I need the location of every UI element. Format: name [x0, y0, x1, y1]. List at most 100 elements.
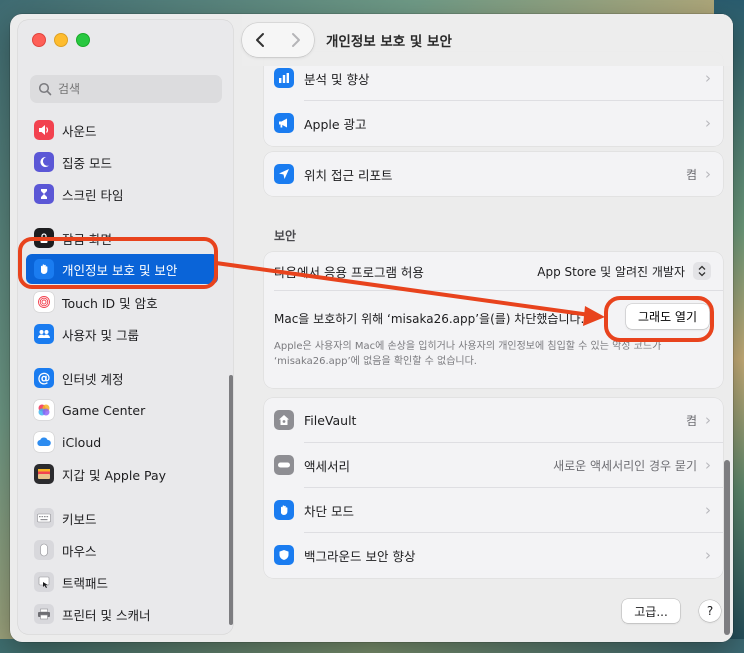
- game-center-icon: [34, 400, 54, 420]
- sidebar-item-touch-id[interactable]: Touch ID 및 암호: [26, 288, 218, 316]
- accessory-icon: [274, 455, 294, 475]
- row-allow-apps: 다음에서 응용 프로그램 허용 App Store 및 알려진 개발자: [264, 252, 723, 290]
- sidebar-item-lock-screen[interactable]: 잠금 화면: [26, 224, 218, 252]
- row-label: 차단 모드: [304, 503, 354, 519]
- chevron-right-icon: ›: [705, 546, 711, 564]
- row-label: 위치 접근 리포트: [304, 167, 393, 183]
- row-filevault[interactable]: FileVault 켬 ›: [264, 398, 723, 442]
- search-field[interactable]: [30, 75, 222, 103]
- row-value: 새로운 액세서리인 경우 묻기: [553, 458, 697, 473]
- search-icon: [38, 82, 52, 96]
- row-accessories[interactable]: 액세서리 새로운 액세서리인 경우 묻기 ›: [264, 443, 723, 487]
- sidebar-item-label: 인터넷 계정: [62, 371, 124, 387]
- chevron-left-icon: [256, 33, 264, 47]
- blocked-note: Apple은 사용자의 Mac에 손상을 입히거나 사용자의 개인정보에 침입할…: [274, 340, 704, 369]
- sidebar-item-label: 트랙패드: [62, 575, 109, 591]
- row-value: 켬: [685, 167, 697, 182]
- moon-icon: [34, 152, 54, 172]
- chevron-right-icon: ›: [705, 165, 711, 183]
- window-controls: [32, 33, 90, 47]
- security-card: 다음에서 응용 프로그램 허용 App Store 및 알려진 개발자 Mac을…: [264, 252, 723, 388]
- sidebar-item-label: 사용자 및 그룹: [62, 327, 139, 343]
- sidebar-item-wallet[interactable]: 지갑 및 Apple Pay: [26, 460, 218, 488]
- sidebar-item-label: 프린터 및 스캐너: [62, 607, 151, 623]
- allow-apps-select[interactable]: App Store 및 알려진 개발자: [537, 262, 711, 280]
- users-icon: [34, 324, 54, 344]
- close-window-button[interactable]: [32, 33, 46, 47]
- sidebar-item-game-center[interactable]: Game Center: [26, 396, 218, 424]
- forward-button[interactable]: [286, 30, 306, 50]
- back-button[interactable]: [250, 30, 270, 50]
- up-down-chevron-icon: [693, 262, 711, 280]
- sidebar-item-printers[interactable]: 프린터 및 스캐너: [26, 600, 218, 628]
- sidebar-item-label: 스크린 타임: [62, 187, 124, 203]
- mouse-icon: [34, 540, 54, 560]
- sidebar-item-focus[interactable]: 집중 모드: [26, 148, 218, 176]
- blocked-app-panel: Mac을 보호하기 위해 ‘misaka26.app’을(를) 차단했습니다. …: [264, 290, 723, 388]
- row-lockdown-mode[interactable]: 차단 모드 ›: [264, 488, 723, 532]
- search-input[interactable]: [58, 82, 208, 96]
- fingerprint-icon: [34, 292, 54, 312]
- chart-icon: [274, 68, 294, 88]
- chevron-right-icon: ›: [705, 114, 711, 132]
- open-anyway-button[interactable]: 그래도 열기: [625, 304, 709, 329]
- sidebar-item-keyboard[interactable]: 키보드: [26, 504, 218, 532]
- blocked-note-line2: ‘misaka26.app’에 없음을 확인할 수 없습니다.: [274, 355, 477, 367]
- chevron-right-icon: [292, 33, 300, 47]
- hand-icon: [34, 259, 54, 279]
- row-background-security[interactable]: 백그라운드 보안 향상 ›: [264, 533, 723, 577]
- sidebar-item-trackpad[interactable]: 트랙패드: [26, 568, 218, 596]
- sidebar-item-sound[interactable]: 사운드: [26, 116, 218, 144]
- lock-icon: [34, 228, 54, 248]
- chevron-right-icon: ›: [705, 501, 711, 519]
- blocked-note-line1: Apple은 사용자의 Mac에 손상을 입히거나 사용자의 개인정보에 침입할…: [274, 341, 662, 352]
- sidebar-scrollbar[interactable]: [229, 375, 233, 625]
- cloud-icon: [34, 432, 54, 452]
- sidebar-item-privacy-security[interactable]: 개인정보 보호 및 보안: [26, 254, 218, 284]
- advanced-button[interactable]: 고급...: [622, 599, 680, 623]
- chevron-right-icon: ›: [705, 456, 711, 474]
- hand-icon: [274, 500, 294, 520]
- row-location-report[interactable]: 위치 접근 리포트 켬 ›: [264, 152, 723, 196]
- zoom-window-button[interactable]: [76, 33, 90, 47]
- blocked-message: Mac을 보호하기 위해 ‘misaka26.app’을(를) 차단했습니다.: [274, 312, 585, 326]
- sidebar-item-users-groups[interactable]: 사용자 및 그룹: [26, 320, 218, 348]
- sidebar-item-label: Game Center: [62, 402, 146, 418]
- sidebar-item-label: 마우스: [62, 543, 97, 559]
- sidebar-item-mouse[interactable]: 마우스: [26, 536, 218, 564]
- page-title: 개인정보 보호 및 보안: [326, 34, 452, 50]
- sidebar-item-internet-accounts[interactable]: @ 인터넷 계정: [26, 364, 218, 392]
- location-card: 위치 접근 리포트 켬 ›: [264, 152, 723, 196]
- title-bar: 개인정보 보호 및 보안: [242, 14, 733, 66]
- keyboard-icon: [34, 508, 54, 528]
- sidebar-item-label: 사운드: [62, 123, 97, 139]
- hourglass-icon: [34, 184, 54, 204]
- megaphone-icon: [274, 113, 294, 133]
- row-label: 액세서리: [304, 458, 351, 474]
- privacy-card: 분석 및 향상 › Apple 광고 ›: [264, 52, 723, 146]
- sidebar-item-label: 지갑 및 Apple Pay: [62, 467, 167, 483]
- chevron-right-icon: ›: [705, 411, 711, 429]
- speaker-icon: [34, 120, 54, 140]
- printer-icon: [34, 604, 54, 624]
- row-label: 다음에서 응용 프로그램 허용: [274, 264, 424, 280]
- help-button[interactable]: ?: [699, 600, 721, 622]
- security-options-card: FileVault 켬 › 액세서리 새로운 액세서리인 경우 묻기 › 차단 …: [264, 398, 723, 578]
- house-icon: [274, 410, 294, 430]
- sidebar-item-label: 키보드: [62, 511, 97, 527]
- at-icon: @: [34, 368, 54, 388]
- shield-icon: [274, 545, 294, 565]
- sidebar-item-label: 집중 모드: [62, 155, 112, 171]
- main-scrollbar[interactable]: [724, 460, 730, 635]
- settings-window: 사운드 집중 모드 스크린 타임 잠금 화면 개인정보 보호 및 보안: [10, 14, 733, 642]
- row-label: Apple 광고: [304, 116, 367, 132]
- minimize-window-button[interactable]: [54, 33, 68, 47]
- row-apple-ads[interactable]: Apple 광고 ›: [264, 101, 723, 145]
- location-icon: [274, 164, 294, 184]
- sidebar-item-screen-time[interactable]: 스크린 타임: [26, 180, 218, 208]
- sidebar-item-label: 개인정보 보호 및 보안: [62, 262, 178, 278]
- sidebar-item-icloud[interactable]: iCloud: [26, 428, 218, 456]
- section-title-security: 보안: [274, 229, 297, 243]
- sidebar: 사운드 집중 모드 스크린 타임 잠금 화면 개인정보 보호 및 보안: [18, 20, 233, 634]
- trackpad-icon: [34, 572, 54, 592]
